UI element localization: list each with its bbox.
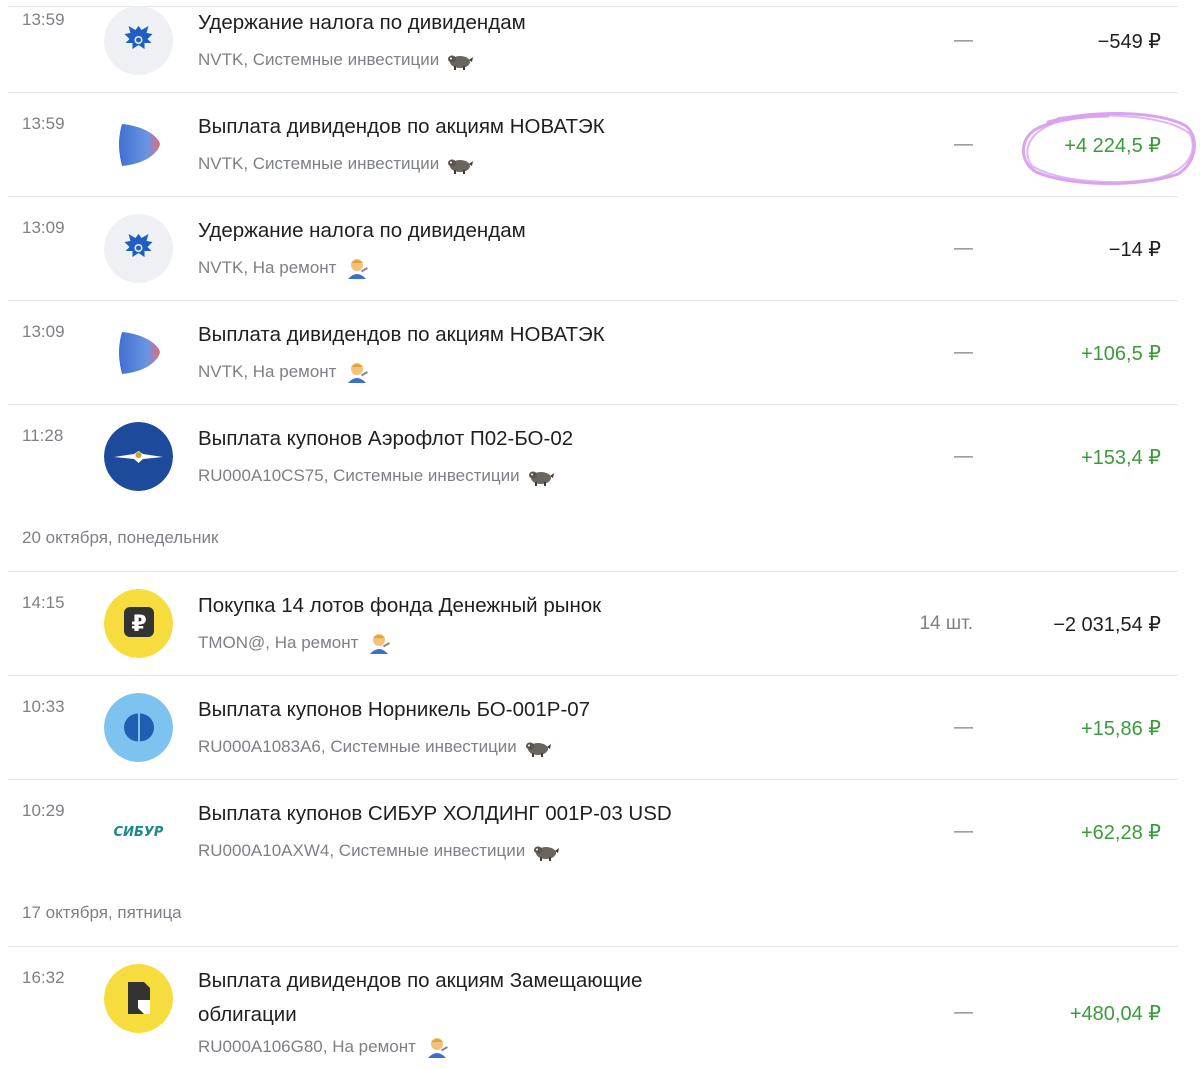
operation-subtitle: NVTK, На ремонт xyxy=(198,361,370,383)
row-separator xyxy=(8,946,1178,947)
operation-subtitle: NVTK, Системные инвестиции xyxy=(198,49,474,71)
operation-row[interactable]: 10:33 Выплата купонов Норникель БО-001Р-… xyxy=(0,693,1200,779)
operation-time: 13:59 xyxy=(22,114,65,133)
operation-title: Выплата купонов Аэрофлот П02-БО-02 xyxy=(198,427,574,450)
operation-time: 13:09 xyxy=(22,322,65,341)
tmon-ruble-logo: ₽ xyxy=(104,589,173,658)
operation-title: Удержание налога по дивидендам xyxy=(198,11,526,34)
operation-time: 14:15 xyxy=(22,593,65,612)
operation-subtitle-text: NVTK, На ремонт xyxy=(198,258,337,277)
operation-amount: −549 ₽ xyxy=(1097,31,1161,53)
operation-quantity: — xyxy=(954,717,973,738)
operation-amount: +153,4 ₽ xyxy=(1080,447,1161,469)
operation-time: 16:32 xyxy=(22,968,65,987)
operation-quantity: — xyxy=(954,342,973,363)
repairman-icon xyxy=(424,1036,450,1058)
raccoon-icon xyxy=(533,840,560,862)
operation-row[interactable]: 14:15 ₽ Покупка 14 лотов фонда Денежный … xyxy=(0,589,1200,675)
operation-quantity: — xyxy=(954,446,973,467)
operation-title: Выплата купонов Норникель БО-001Р-07 xyxy=(198,698,591,721)
operation-subtitle-text: RU000A1083A6, Системные инвестиции xyxy=(198,737,517,756)
date-header: 17 октября, пятница xyxy=(22,903,182,922)
operation-title: Выплата дивидендов по акциям НОВАТЭК xyxy=(198,115,605,138)
operation-subtitle-text: TMON@, На ремонт xyxy=(198,633,359,652)
svg-text:₽: ₽ xyxy=(131,612,146,637)
operation-row[interactable]: 16:32 Выплата дивидендов по акциям Замещ… xyxy=(0,964,1200,1068)
highlight-circle-annotation xyxy=(1022,111,1196,186)
raccoon-icon xyxy=(447,49,474,71)
operation-time: 10:29 xyxy=(22,801,65,820)
replacement-bonds-logo xyxy=(104,964,173,1033)
operation-time: 13:59 xyxy=(22,10,65,29)
operation-title: Выплата дивидендов по акциям Замещающие … xyxy=(198,969,643,1026)
operation-subtitle-text: NVTK, Системные инвестиции xyxy=(198,154,440,173)
gov-eagle-logo xyxy=(104,6,173,75)
operation-row[interactable]: 13:59 Удержание налога по дивидендам NVT… xyxy=(0,6,1200,92)
aeroflot-logo xyxy=(104,422,173,491)
raccoon-icon xyxy=(447,153,474,175)
nornickel-logo xyxy=(104,693,173,762)
row-separator xyxy=(8,300,1178,301)
repairman-icon xyxy=(366,632,392,654)
repairman-icon xyxy=(344,257,370,279)
novatek-logo xyxy=(104,110,173,179)
operation-quantity: 14 шт. xyxy=(919,613,973,634)
row-separator xyxy=(8,196,1178,197)
operation-row[interactable]: 10:29 СИБУР Выплата купонов СИБУР ХОЛДИН… xyxy=(0,797,1200,883)
operation-time: 10:33 xyxy=(22,697,65,716)
operation-quantity: — xyxy=(954,238,973,259)
operation-title: Покупка 14 лотов фонда Денежный рынок xyxy=(198,594,602,617)
date-header: 20 октября, понедельник xyxy=(22,528,219,547)
gov-eagle-logo xyxy=(104,214,173,283)
operation-subtitle: TMON@, На ремонт xyxy=(198,632,392,654)
row-separator xyxy=(8,404,1178,405)
operation-amount: +106,5 ₽ xyxy=(1080,343,1161,365)
operation-amount: +62,28 ₽ xyxy=(1080,822,1161,844)
operation-subtitle: NVTK, Системные инвестиции xyxy=(198,153,474,175)
operation-amount: +15,86 ₽ xyxy=(1080,718,1161,740)
operation-subtitle: RU000A1083A6, Системные инвестиции xyxy=(198,736,551,758)
operation-quantity: — xyxy=(954,821,973,842)
operation-quantity: — xyxy=(954,1002,973,1023)
svg-text:СИБУР: СИБУР xyxy=(114,825,164,840)
operation-subtitle-text: RU000A10CS75, Системные инвестиции xyxy=(198,466,520,485)
operation-quantity: — xyxy=(954,30,973,51)
operation-amount: −14 ₽ xyxy=(1108,239,1161,261)
operation-subtitle: RU000A10AXW4, Системные инвестиции xyxy=(198,840,560,862)
operation-title: Выплата купонов СИБУР ХОЛДИНГ 001Р-03 US… xyxy=(198,802,672,825)
operation-row[interactable]: 11:28 Выплата купонов Аэрофлот П02-БО-02… xyxy=(0,422,1200,508)
raccoon-icon xyxy=(528,465,554,487)
row-separator xyxy=(8,675,1178,676)
operation-subtitle: NVTK, На ремонт xyxy=(198,257,370,279)
operation-row[interactable]: 13:09 Выплата дивидендов по акциям НОВАТ… xyxy=(0,318,1200,404)
operation-subtitle: RU000A10CS75, Системные инвестиции xyxy=(198,465,554,487)
operation-quantity: — xyxy=(954,134,973,155)
operation-row[interactable]: 13:09 Удержание налога по дивидендам NVT… xyxy=(0,214,1200,300)
operation-subtitle-text: RU000A10AXW4, Системные инвестиции xyxy=(198,841,526,860)
sibur-logo: СИБУР xyxy=(104,797,173,866)
operation-amount: −2 031,54 ₽ xyxy=(1053,614,1161,636)
raccoon-icon xyxy=(525,736,551,758)
row-separator xyxy=(8,571,1178,572)
operation-amount: +480,04 ₽ xyxy=(1069,1003,1161,1025)
row-separator xyxy=(8,92,1178,93)
operation-time: 13:09 xyxy=(22,218,65,237)
operation-title: Удержание налога по дивидендам xyxy=(198,219,526,242)
operation-subtitle-text: NVTK, Системные инвестиции xyxy=(198,50,440,69)
operation-title: Выплата дивидендов по акциям НОВАТЭК xyxy=(198,323,605,346)
row-separator xyxy=(8,779,1178,780)
novatek-logo xyxy=(104,318,173,387)
operation-subtitle: RU000A106G80, На ремонт xyxy=(198,1036,450,1058)
operation-time: 11:28 xyxy=(22,426,64,445)
operation-subtitle-text: NVTK, На ремонт xyxy=(198,362,337,381)
repairman-icon xyxy=(344,361,370,383)
operation-subtitle-text: RU000A106G80, На ремонт xyxy=(198,1037,416,1056)
